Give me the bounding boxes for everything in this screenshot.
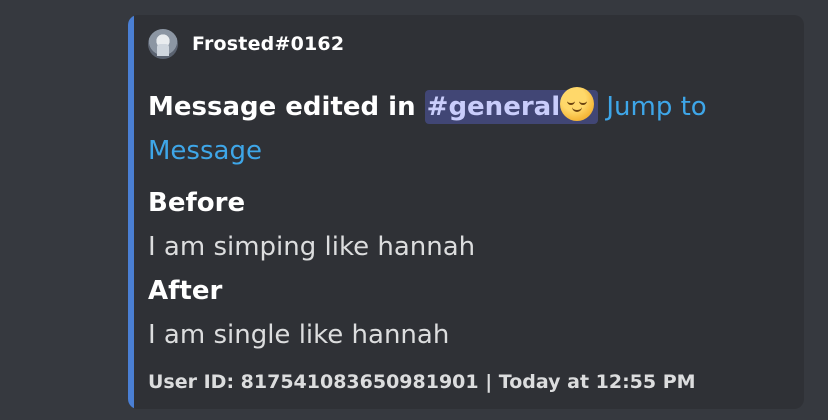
field-after: After I am single like hannah	[148, 269, 784, 357]
author-name[interactable]: Frosted#0162	[192, 33, 344, 55]
field-before: Before I am simping like hannah	[148, 181, 784, 269]
title-prefix: Message edited in	[148, 92, 425, 122]
embed-footer: User ID: 817541083650981901 | Today at 1…	[148, 371, 696, 393]
relieved-face-emoji-icon	[560, 87, 595, 121]
embed-accent-bar	[128, 15, 134, 409]
field-value-after: I am single like hannah	[148, 320, 450, 350]
message-embed: Frosted#0162 Message edited in #general …	[128, 15, 804, 409]
channel-mention[interactable]: #general	[424, 87, 599, 124]
embed-fields: Before I am simping like hannah After I …	[148, 181, 784, 357]
avatar-icon[interactable]	[148, 29, 178, 59]
embed-title: Message edited in #general Jump to Messa…	[148, 85, 708, 173]
field-name-before: Before	[148, 188, 246, 218]
embed-author: Frosted#0162	[148, 29, 784, 59]
field-value-before: I am simping like hannah	[148, 232, 476, 262]
channel-name[interactable]: #general	[427, 92, 560, 122]
field-name-after: After	[148, 276, 223, 306]
embed-content: Frosted#0162 Message edited in #general …	[148, 29, 784, 357]
